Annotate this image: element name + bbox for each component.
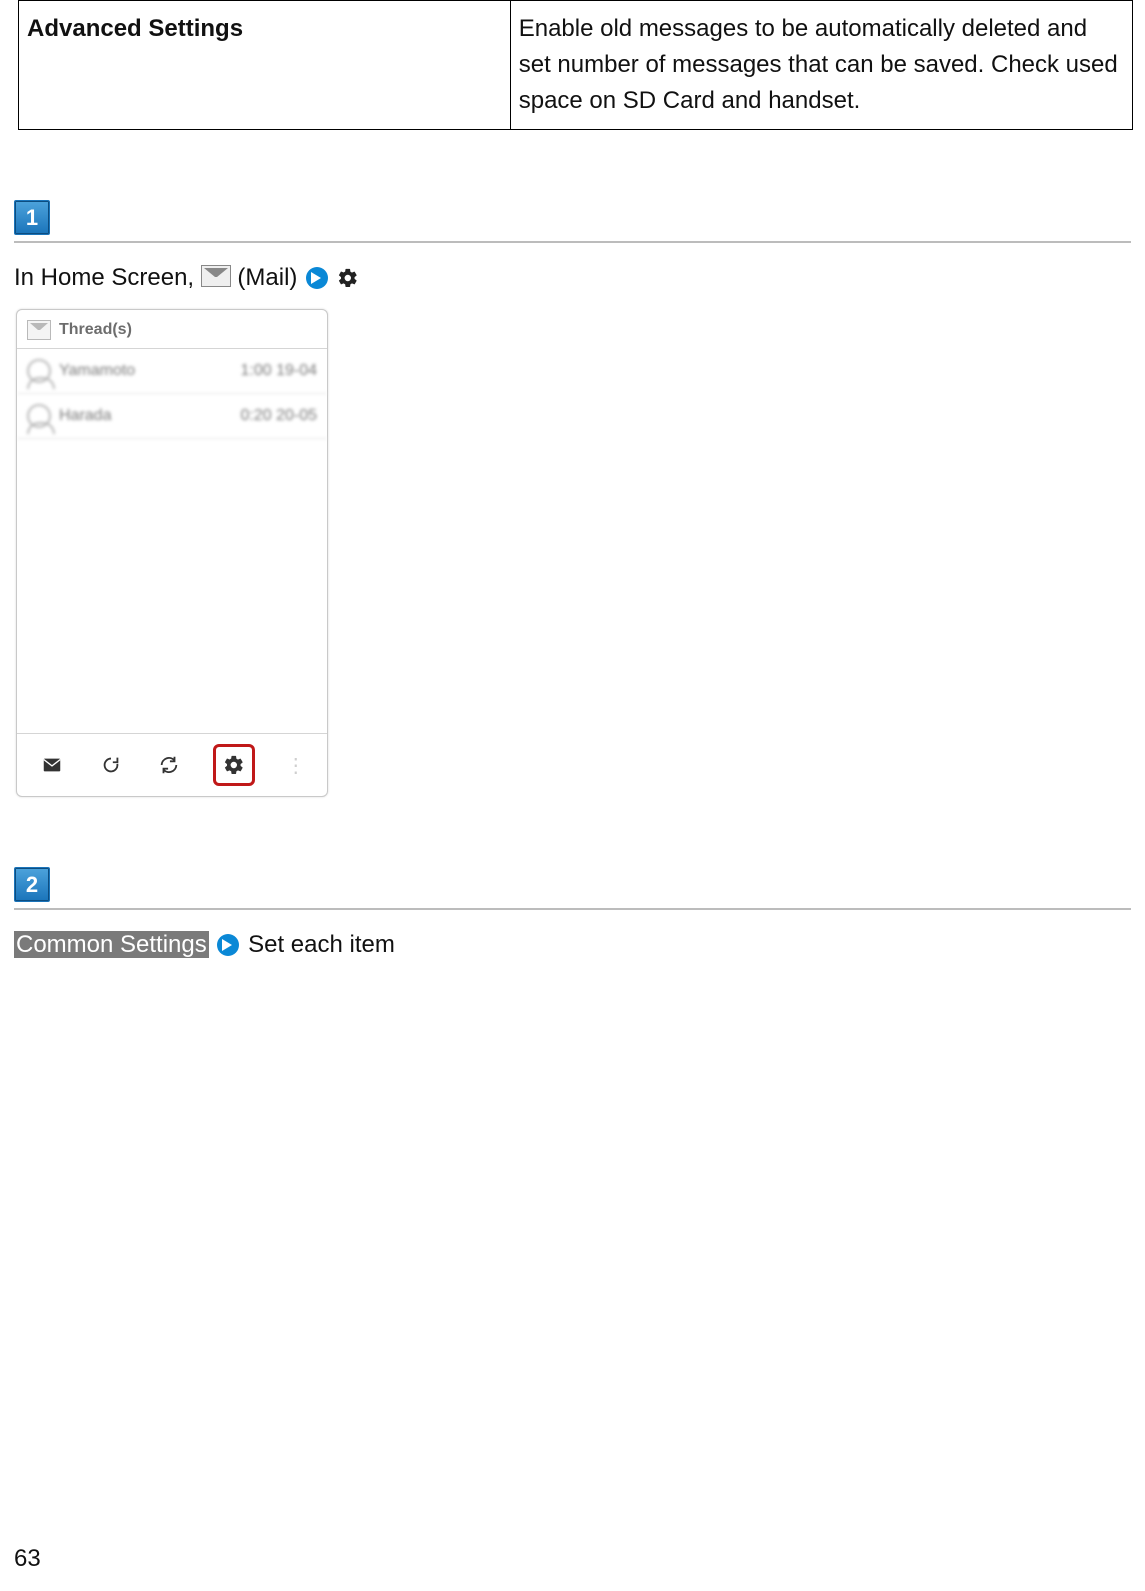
list-item[interactable]: Harada 0:20 20-05 [17, 394, 327, 439]
thread-list: Yamamoto 1:00 19-04 Harada 0:20 20-05 [17, 349, 327, 733]
instruction-prefix: In Home Screen, [14, 264, 201, 291]
step-2-instruction: Common Settings Set each item [14, 928, 1145, 962]
phone-bottom-bar: ⋮ [17, 733, 327, 796]
set-each-item-label: Set each item [248, 931, 395, 958]
avatar-icon [27, 359, 51, 383]
gear-icon [337, 265, 359, 287]
compose-icon[interactable] [38, 751, 66, 779]
thread-name: Harada [59, 407, 111, 425]
step-2-badge: 2 [14, 867, 50, 902]
arrow-icon [306, 267, 328, 289]
list-item[interactable]: Yamamoto 1:00 19-04 [17, 349, 327, 394]
common-settings-label[interactable]: Common Settings [14, 931, 209, 958]
phone-screenshot: Thread(s) Yamamoto 1:00 19-04 Harada 0:2… [16, 309, 328, 797]
thread-time: 0:20 20-05 [240, 407, 317, 425]
mail-icon [201, 265, 231, 287]
thread-name: Yamamoto [59, 362, 135, 380]
settings-icon-highlighted[interactable] [213, 744, 255, 786]
sync-icon[interactable] [155, 751, 183, 779]
step-1-badge: 1 [14, 200, 50, 235]
settings-table: Advanced Settings Enable old messages to… [18, 0, 1133, 130]
mail-small-icon [27, 320, 51, 340]
mail-label: (Mail) [237, 264, 297, 291]
thread-header-label: Thread(s) [59, 321, 132, 339]
advanced-settings-label: Advanced Settings [19, 1, 511, 130]
thread-time: 1:00 19-04 [240, 362, 317, 380]
step-2-divider [14, 908, 1131, 910]
phone-header: Thread(s) [17, 310, 327, 349]
advanced-settings-desc: Enable old messages to be automatically … [510, 1, 1132, 130]
step-1-instruction: In Home Screen, (Mail) [14, 261, 1145, 295]
avatar-icon [27, 404, 51, 428]
menu-icon[interactable]: ⋮ [286, 753, 306, 778]
page-number: 63 [14, 1545, 41, 1573]
refresh-icon[interactable] [97, 751, 125, 779]
arrow-icon [217, 934, 239, 956]
step-1-divider [14, 241, 1131, 243]
